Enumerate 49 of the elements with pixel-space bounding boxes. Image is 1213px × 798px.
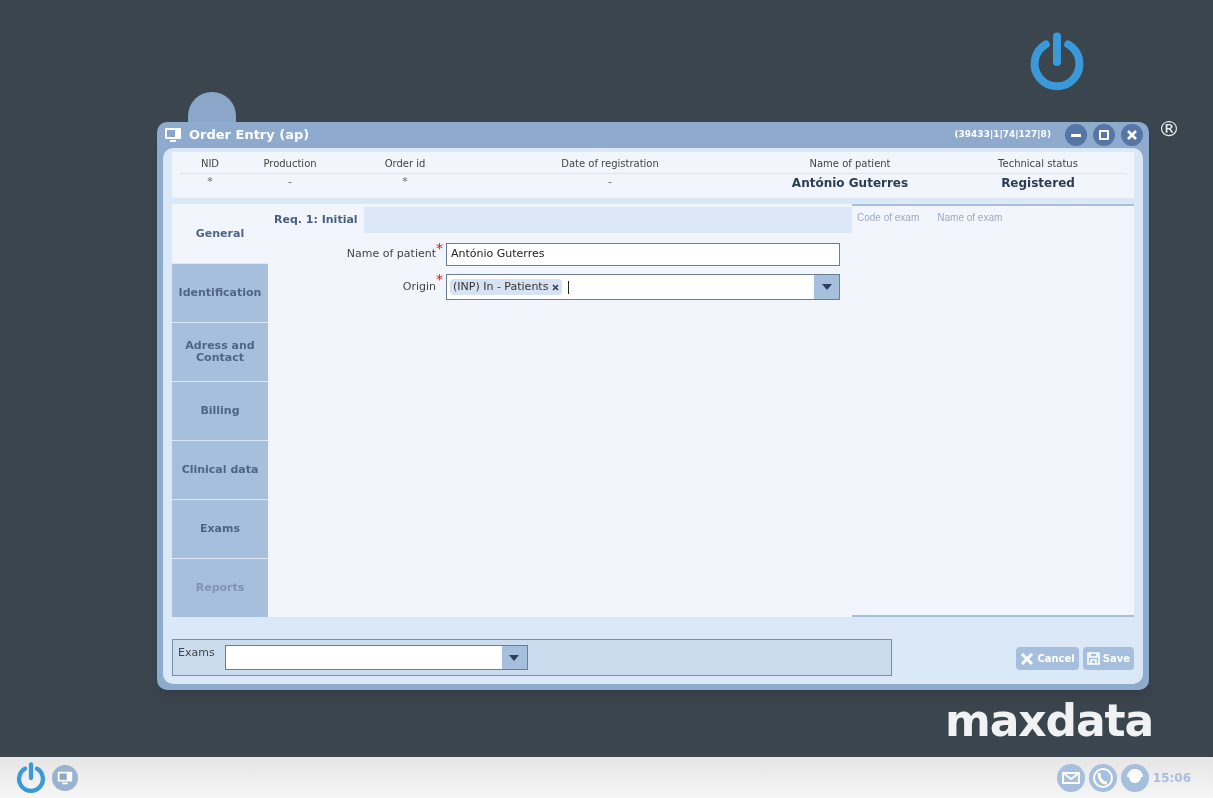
summary-value: * — [401, 174, 409, 190]
brand-logo: maxdata — [945, 694, 1154, 748]
text-field[interactable]: António Guterres — [446, 243, 840, 266]
summary-value: * — [206, 174, 214, 190]
column-header: Order id — [340, 156, 470, 174]
registered-mark: ® — [1158, 115, 1180, 143]
column-header: Name of patient — [750, 156, 950, 174]
window-title: Order Entry (ap) — [189, 126, 310, 145]
required-mark: * — [436, 274, 444, 284]
column-header: Production — [240, 156, 340, 174]
side-tab[interactable]: Billing — [172, 381, 268, 440]
column-header: Name of exam — [937, 211, 1003, 225]
side-tab[interactable]: Exams — [172, 499, 268, 558]
column-header: Technical status — [950, 156, 1126, 174]
taskbar-window-button[interactable] — [52, 764, 78, 791]
caret-icon — [508, 653, 521, 662]
field-label: Exams — [178, 645, 215, 661]
power-icon — [14, 760, 48, 795]
side-tab[interactable]: Adress and Contact — [172, 322, 268, 381]
exams-select[interactable] — [224, 645, 528, 670]
field-label: Origin — [401, 278, 436, 295]
tag-chip: (INP) In - Patients — [450, 278, 563, 296]
cancel-button[interactable]: Cancel — [1016, 647, 1079, 670]
column-header: NID — [180, 156, 240, 174]
column-header: Date of registration — [470, 156, 750, 174]
close-button[interactable] — [1121, 124, 1143, 146]
session-code: (39433|1|74|127|8) — [954, 128, 1051, 142]
maximize-button[interactable] — [1093, 124, 1115, 146]
monitor-icon — [163, 125, 183, 145]
field-label: Name of patient — [345, 246, 436, 263]
side-tab[interactable]: General — [172, 204, 268, 263]
side-tab[interactable]: Clinical data — [172, 440, 268, 499]
caret-icon — [820, 283, 833, 291]
summary-value: - — [287, 174, 293, 190]
side-tab[interactable]: Identification — [172, 263, 268, 322]
summary-value: - — [607, 174, 613, 190]
summary-value: António Guterres — [790, 175, 910, 192]
column-header: Code of exam — [857, 211, 920, 225]
save-button[interactable]: Save — [1082, 647, 1134, 670]
minimize-button[interactable] — [1065, 124, 1087, 146]
select-field[interactable]: (INP) In - Patients — [446, 274, 840, 300]
clock-time: 15:06 — [1152, 769, 1191, 787]
close-icon — [1020, 651, 1035, 666]
summary-value: Registered — [1000, 175, 1076, 192]
close-icon — [1126, 129, 1138, 141]
request-tab[interactable]: Req. 1: Initial — [268, 207, 364, 233]
remove-icon[interactable] — [552, 283, 560, 291]
maximize-icon — [1098, 129, 1110, 141]
required-mark: * — [436, 243, 444, 253]
